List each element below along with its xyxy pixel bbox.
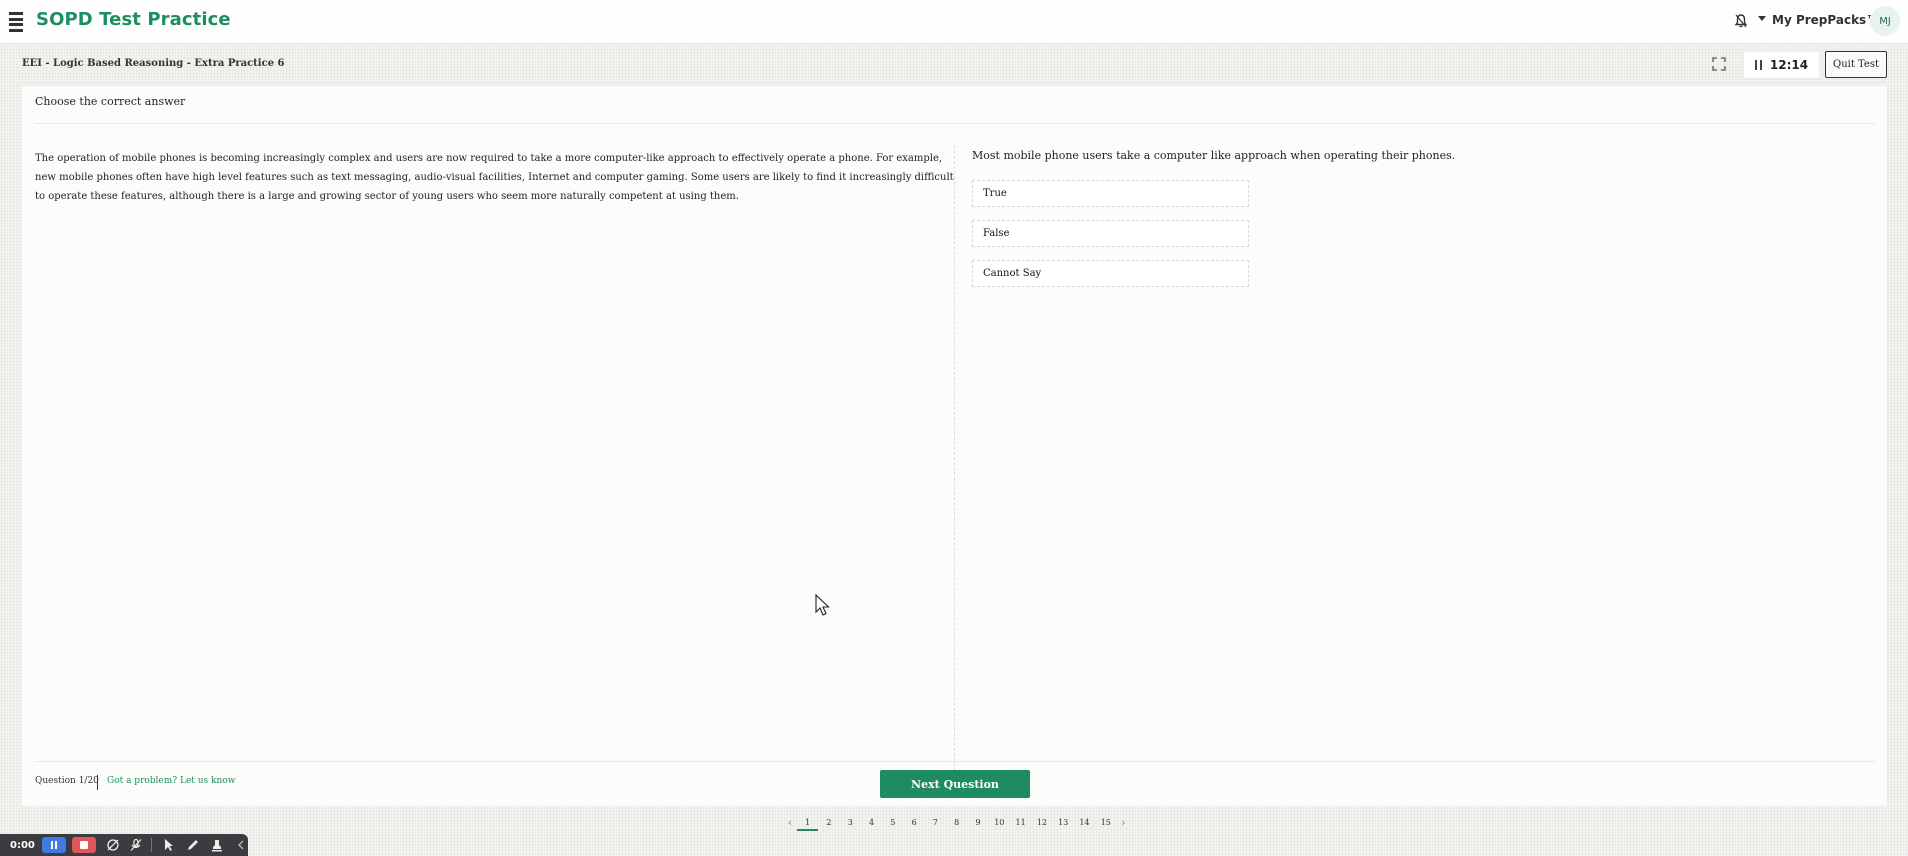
app-title[interactable]: SOPD Test Practice [36, 9, 231, 30]
pointer-icon[interactable] [162, 838, 176, 852]
microphone-off-icon[interactable] [129, 838, 143, 852]
report-problem-link[interactable]: Got a problem? Let us know [107, 776, 235, 786]
passage-text: The operation of mobile phones is becomi… [35, 153, 954, 202]
my-preppacks-menu[interactable]: My PrepPacks™ [1772, 13, 1878, 27]
chevron-down-icon[interactable] [1758, 16, 1766, 21]
timer-value: 12:14 [1769, 58, 1809, 72]
separator [97, 775, 98, 790]
chevron-left-icon[interactable]: ‹ [783, 816, 797, 829]
question-card: Choose the correct answer The operation … [21, 85, 1888, 807]
mouse-cursor-icon [815, 594, 830, 616]
top-bar: SOPD Test Practice My PrepPacks™ MJ [0, 0, 1908, 44]
bell-icon[interactable] [1733, 13, 1749, 29]
question-pagination: ‹ 1 2 3 4 5 6 7 8 9 10 11 12 13 14 15 › [783, 816, 1130, 836]
camera-off-icon[interactable] [106, 838, 120, 852]
recording-time: 0:00 [10, 839, 35, 851]
page-10[interactable]: 10 [989, 816, 1010, 831]
timer[interactable]: 12:14 [1743, 51, 1820, 79]
page-2[interactable]: 2 [818, 816, 839, 831]
page-4[interactable]: 4 [861, 816, 882, 831]
page-1[interactable]: 1 [797, 816, 819, 831]
avatar[interactable]: MJ [1870, 6, 1900, 36]
screen-recorder-toolbar: 0:00 [0, 834, 248, 856]
question-text: Most mobile phone users take a computer … [972, 149, 1456, 162]
highlighter-icon[interactable] [210, 838, 224, 852]
answer-option-true[interactable]: True [972, 180, 1249, 207]
divider [34, 761, 1876, 762]
separator [151, 838, 153, 852]
divider [34, 123, 1876, 124]
pen-icon[interactable] [186, 838, 200, 852]
test-title: EEI - Logic Based Reasoning - Extra Prac… [22, 58, 285, 69]
question-counter: Question 1/20 [35, 776, 99, 786]
page-3[interactable]: 3 [840, 816, 861, 831]
chevron-right-icon[interactable]: › [1116, 816, 1130, 829]
page-6[interactable]: 6 [903, 816, 924, 831]
recording-pause-button[interactable] [41, 837, 66, 853]
instruction-text: Choose the correct answer [35, 95, 186, 108]
pause-icon[interactable] [1754, 60, 1762, 70]
hamburger-icon[interactable] [9, 12, 23, 32]
next-question-button[interactable]: Next Question [880, 770, 1030, 798]
page-14[interactable]: 14 [1074, 816, 1095, 831]
column-divider [954, 146, 956, 781]
page-12[interactable]: 12 [1031, 816, 1052, 831]
page-11[interactable]: 11 [1010, 816, 1031, 831]
page-15[interactable]: 15 [1095, 816, 1116, 831]
page-7[interactable]: 7 [925, 816, 946, 831]
page-5[interactable]: 5 [882, 816, 903, 831]
collapse-toolbar-icon[interactable] [234, 838, 248, 852]
page-9[interactable]: 9 [967, 816, 988, 831]
answer-option-cannot-say[interactable]: Cannot Say [972, 260, 1249, 287]
answer-option-false[interactable]: False [972, 220, 1249, 247]
quit-test-button[interactable]: Quit Test [1825, 51, 1887, 78]
page-8[interactable]: 8 [946, 816, 967, 831]
recording-stop-button[interactable] [71, 837, 96, 853]
page-13[interactable]: 13 [1053, 816, 1074, 831]
fullscreen-icon[interactable] [1712, 57, 1726, 71]
